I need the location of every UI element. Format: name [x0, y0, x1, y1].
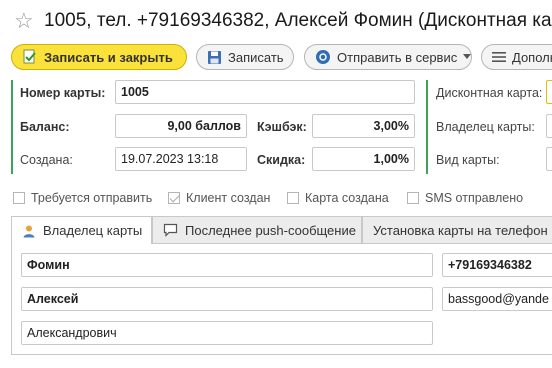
card-created-box[interactable]	[287, 192, 299, 204]
card-number-field[interactable]: 1005	[115, 80, 415, 104]
requires-send-checkbox[interactable]: Требуется отправить	[13, 191, 152, 205]
save-button[interactable]: Записать	[196, 44, 294, 70]
person-icon	[22, 224, 36, 238]
client-created-checkbox[interactable]: Клиент создан	[168, 191, 270, 205]
save-and-close-button[interactable]: Записать и закрыть	[11, 44, 187, 70]
menu-lines-icon	[492, 51, 506, 63]
phone-field[interactable]: +79169346382	[442, 253, 552, 277]
save-label: Записать	[228, 49, 284, 65]
requires-send-label: Требуется отправить	[31, 191, 153, 205]
chevron-down-icon	[463, 54, 472, 60]
email-field[interactable]: bassgood@yande	[442, 287, 552, 311]
send-to-service-label: Отправить в сервис	[337, 49, 458, 65]
document-check-icon	[22, 49, 38, 65]
tab-card-owner[interactable]: Владелец карты	[11, 216, 152, 244]
more-button[interactable]: Дополн	[481, 44, 552, 70]
card-section-accent	[11, 80, 13, 174]
first-name-field[interactable]: Алексей	[21, 287, 433, 311]
discount-label: Скидка:	[257, 153, 306, 167]
cashback-field[interactable]: 3,00%	[312, 114, 415, 138]
owner-field[interactable]	[546, 114, 552, 138]
service-icon	[315, 49, 331, 65]
sms-sent-checkbox[interactable]: SMS отправлено	[407, 191, 523, 205]
tab-install-card-on-phone[interactable]: Установка карты на телефон	[362, 216, 552, 243]
client-created-label: Клиент создан	[186, 191, 271, 205]
tab-card-owner-label: Владелец карты	[43, 223, 143, 238]
discount-card-field[interactable]	[546, 80, 552, 104]
requires-send-box[interactable]	[13, 192, 25, 204]
send-to-service-button[interactable]: Отправить в сервис	[304, 44, 472, 70]
card-created-checkbox[interactable]: Карта создана	[287, 191, 389, 205]
card-number-label: Номер карты:	[20, 86, 106, 100]
created-field[interactable]: 19.07.2023 13:18	[115, 147, 247, 171]
card-created-label: Карта создана	[305, 191, 389, 205]
favorite-star-icon[interactable]: ☆	[14, 9, 34, 33]
save-and-close-label: Записать и закрыть	[44, 49, 173, 65]
floppy-disk-icon	[207, 50, 222, 65]
tab-last-push-message-label: Последнее push-сообщение	[185, 222, 356, 238]
sms-sent-box[interactable]	[407, 192, 419, 204]
card-type-label: Вид карты:	[436, 153, 500, 167]
message-icon	[163, 223, 178, 237]
owner-label: Владелец карты:	[436, 120, 535, 134]
created-label: Создана:	[20, 153, 73, 167]
right-section-accent	[426, 80, 428, 174]
window-title: 1005, тел. +79169346382, Алексей Фомин (…	[44, 10, 552, 31]
balance-field[interactable]: 9,00 баллов	[115, 114, 247, 138]
card-type-field[interactable]	[546, 147, 552, 171]
balance-label: Баланс:	[20, 120, 70, 134]
client-created-box[interactable]	[168, 192, 180, 204]
tab-install-card-on-phone-label: Установка карты на телефон	[373, 222, 548, 238]
more-label: Дополн	[512, 49, 552, 65]
last-name-field[interactable]: Фомин	[21, 253, 433, 277]
middle-name-field[interactable]: Александрович	[21, 321, 433, 345]
cashback-label: Кэшбэк:	[257, 120, 307, 134]
discount-field[interactable]: 1,00%	[312, 147, 415, 171]
sms-sent-label: SMS отправлено	[425, 191, 524, 205]
tab-last-push-message[interactable]: Последнее push-сообщение	[152, 216, 362, 243]
discount-card-label: Дисконтная карта:	[436, 86, 543, 100]
